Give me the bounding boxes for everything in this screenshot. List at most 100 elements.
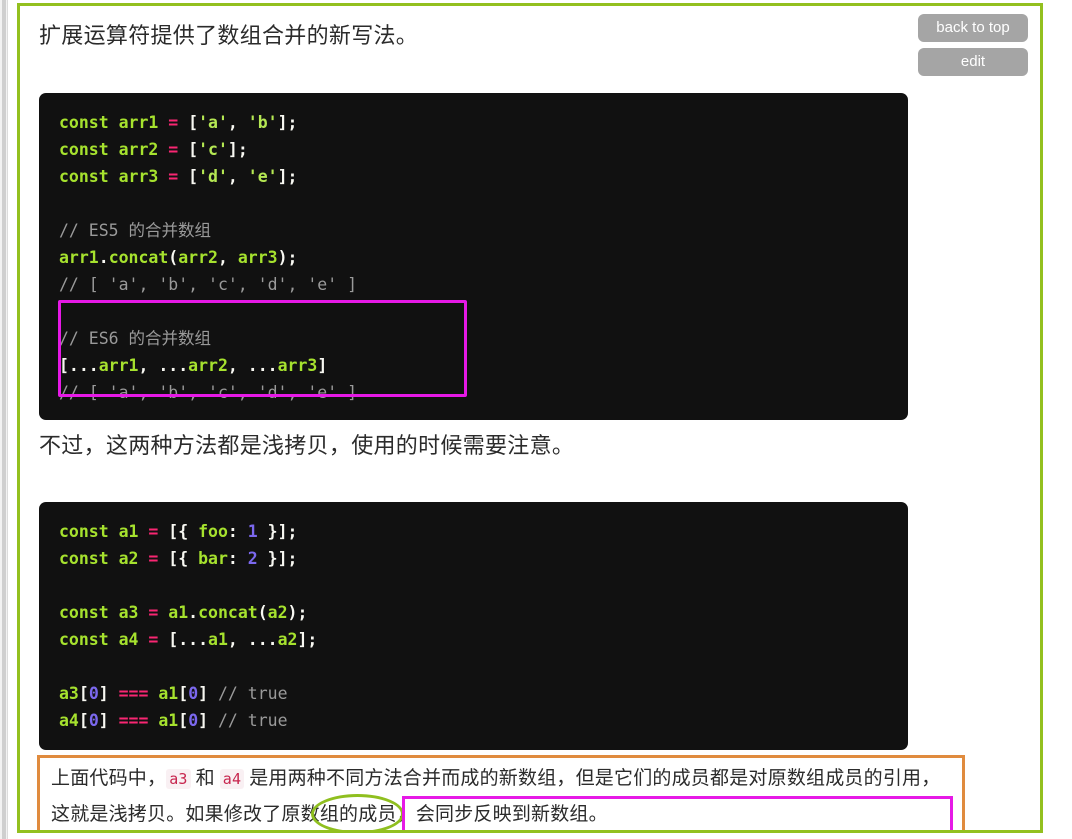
code-token: , ... (227, 355, 278, 375)
code-token: a2 (277, 629, 298, 649)
code-token: ]; (277, 112, 298, 132)
code-token: }]; (257, 521, 298, 541)
note-magenta-text: 如果修改了原数组的成员，会同步反映到新数组 (185, 804, 589, 825)
code-line: arr1.concat(arr2, arr3); (59, 244, 888, 271)
code-token: a4 (118, 629, 139, 649)
code-token: const (59, 548, 109, 568)
code-token: : (227, 548, 248, 568)
code-line: // [ 'a', 'b', 'c', 'd', 'e' ] (59, 271, 888, 298)
code-token: a1 (158, 683, 179, 703)
code-token: , (217, 247, 238, 267)
code-token: = (168, 166, 179, 186)
code-token: // ES6 的合并数组 (59, 328, 212, 348)
inline-code-a4: a4 (219, 769, 245, 789)
code-token: arr1 (98, 355, 139, 375)
paragraph-intro: 扩展运算符提供了数组合并的新写法。 (39, 23, 419, 48)
code-token: concat (198, 602, 258, 622)
code-token: = (148, 521, 159, 541)
code-token: = (168, 112, 179, 132)
code-token: [ (178, 683, 189, 703)
code-token: [ (178, 710, 189, 730)
note-line1-part2: 和 (195, 768, 215, 789)
scrollbar-thumb[interactable] (2, 0, 6, 839)
code-line: const arr2 = ['c']; (59, 136, 888, 163)
code-token: const (59, 112, 109, 132)
code-token: [ (178, 166, 199, 186)
code-line: // ES5 的合并数组 (59, 217, 888, 244)
scrollbar-gutter[interactable] (0, 0, 8, 839)
floating-button-stack: back to top edit (918, 14, 1028, 76)
code-token: . (98, 247, 109, 267)
code-token: const (59, 166, 109, 186)
code-token: arr1 (59, 247, 99, 267)
code-token: [{ (158, 548, 199, 568)
code-token: , (227, 166, 248, 186)
code-token: ] (198, 683, 218, 703)
code-token: // [ 'a', 'b', 'c', 'd', 'e' ] (59, 274, 358, 294)
code-token: = (148, 602, 159, 622)
code-token: // true (218, 683, 288, 703)
code-token: 'd' (198, 166, 228, 186)
code-token: = (148, 629, 159, 649)
code-token: = (148, 548, 159, 568)
note-text: 上面代码中， a3 和 a4 是用两种不同方法合并而成的新数组，但是它们的成员都是… (51, 761, 957, 830)
edit-button[interactable]: edit (918, 48, 1028, 76)
code-token: = (168, 139, 179, 159)
code-line: a4[0] === a1[0] // true (59, 707, 888, 734)
code-line: const a1 = [{ foo: 1 }]; (59, 518, 888, 545)
code-token: a2 (267, 602, 288, 622)
note-orange-box: 上面代码中， a3 和 a4 是用两种不同方法合并而成的新数组，但是它们的成员都是… (37, 755, 965, 830)
code-token: [ (78, 710, 89, 730)
code-token: : (227, 521, 248, 541)
code-line: const a3 = a1.concat(a2); (59, 599, 888, 626)
page-root: back to top edit 扩展运算符提供了数组合并的新写法。 const… (0, 0, 1072, 839)
code-token: arr3 (237, 247, 278, 267)
code-line: const arr1 = ['a', 'b']; (59, 109, 888, 136)
code-token: a1 (168, 602, 189, 622)
code-token: 'e' (247, 166, 278, 186)
note-line1-part1: 上面代码中， (51, 768, 167, 789)
code-token: === (118, 683, 149, 703)
code-token: . (188, 602, 199, 622)
code-line: const arr3 = ['d', 'e']; (59, 163, 888, 190)
code-token: const (59, 139, 109, 159)
article-content: back to top edit 扩展运算符提供了数组合并的新写法。 const… (20, 6, 1040, 830)
code-token: arr3 (118, 166, 159, 186)
code-token: [ (178, 139, 199, 159)
code-line: // ES6 的合并数组 (59, 325, 888, 352)
code-token: 0 (88, 710, 99, 730)
note-line1-part3: 是用两种不同方法合并而成的新数组，但是它们的成员都是对原 (249, 768, 787, 789)
code-token: a1 (208, 629, 228, 649)
code-line: [...arr1, ...arr2, ...arr3] (59, 352, 888, 379)
code-token: 0 (88, 683, 99, 703)
code-token: concat (108, 247, 169, 267)
code-token: a1 (118, 521, 139, 541)
code-token: const (59, 602, 109, 622)
code-token: arr2 (188, 355, 228, 375)
inline-code-a3: a3 (166, 769, 191, 789)
code-token: a4 (59, 710, 79, 730)
code-token: 2 (247, 548, 258, 568)
code-token: arr3 (277, 355, 318, 375)
code-token: [... (158, 629, 209, 649)
code-token: === (118, 710, 149, 730)
code-token: 'c' (198, 139, 228, 159)
back-to-top-button[interactable]: back to top (918, 14, 1028, 42)
code-block-array-merge: const arr1 = ['a', 'b']; const arr2 = ['c… (39, 92, 908, 420)
code-token: , ... (227, 629, 278, 649)
code-token: , (227, 112, 248, 132)
code-token: a2 (118, 548, 139, 568)
code-token: 0 (188, 683, 199, 703)
code-token: arr1 (118, 112, 159, 132)
code-token: [ (78, 683, 89, 703)
